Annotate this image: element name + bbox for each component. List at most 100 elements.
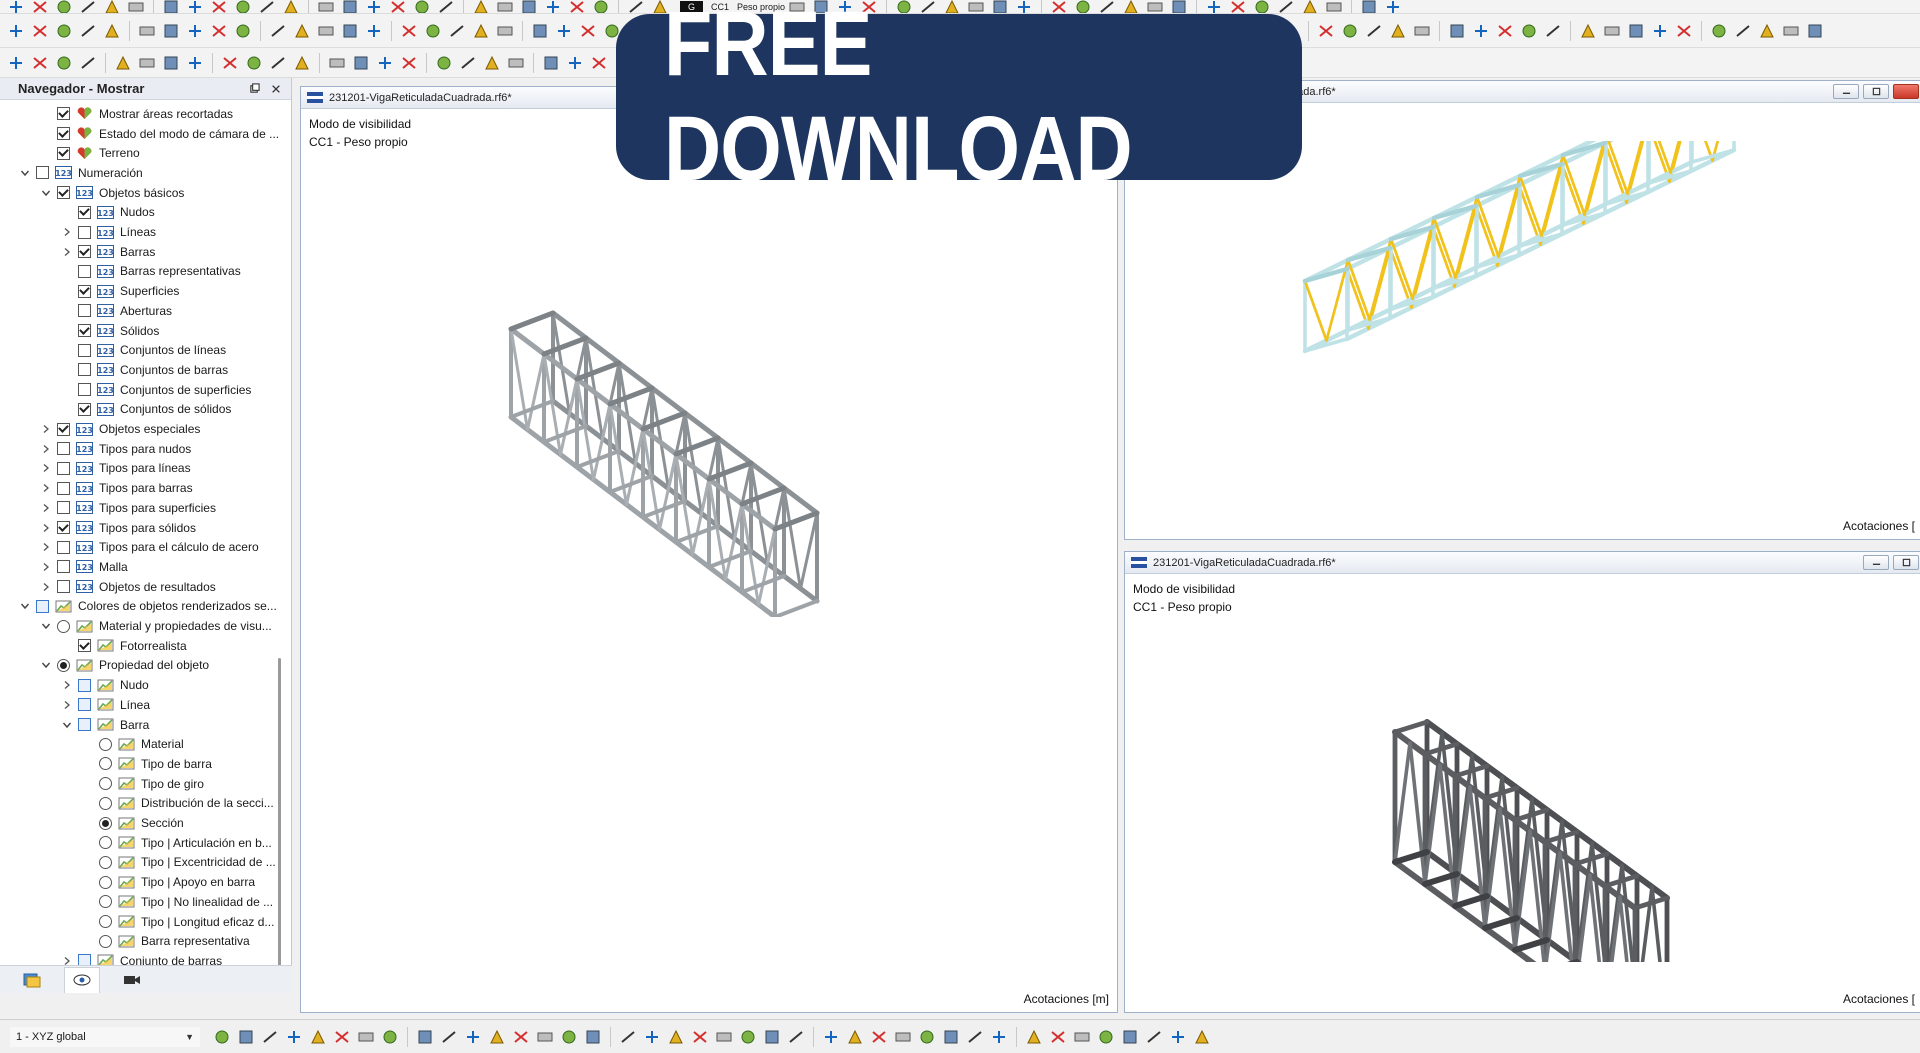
toolbar-tool-icon[interactable] [1097, 1028, 1115, 1046]
toolbar-tool-icon[interactable] [389, 0, 407, 13]
toolbar-tool-icon[interactable] [127, 0, 145, 13]
tree-item-checkbox[interactable] [57, 461, 70, 475]
tree-item[interactable]: Barra [60, 715, 149, 735]
toolbar-tool-icon[interactable] [1301, 0, 1319, 13]
close-window-button[interactable] [1893, 84, 1919, 99]
tree-item-radio[interactable] [99, 855, 112, 869]
tree-item-checkbox[interactable] [36, 599, 49, 613]
toolbar-tool-icon[interactable] [1413, 22, 1431, 40]
toolbar-tool-icon[interactable] [1782, 22, 1800, 40]
tree-item-checkbox[interactable] [36, 166, 49, 180]
tree-item-checkbox[interactable] [57, 107, 70, 121]
toolbar-tool-icon[interactable] [365, 0, 383, 13]
chevron-right-icon[interactable] [60, 698, 74, 712]
tree-item[interactable]: Estado del modo de cámara de ... [39, 124, 279, 144]
tree-item[interactable]: 123 Barras [60, 242, 155, 262]
tree-item[interactable]: Tipo | Articulación en b... [81, 833, 272, 853]
minimize-button[interactable] [1833, 84, 1859, 99]
tree-item[interactable]: 123 Sólidos [60, 321, 159, 341]
chevron-right-icon[interactable] [60, 225, 74, 239]
toolbar-tool-icon[interactable] [870, 1028, 888, 1046]
tree-item-radio[interactable] [99, 875, 112, 889]
toolbar-tool-icon[interactable] [496, 22, 514, 40]
toolbar-tool-icon[interactable] [1603, 22, 1621, 40]
toolbar-tool-icon[interactable] [7, 54, 25, 72]
toolbar-tool-icon[interactable] [7, 0, 25, 13]
toolbar-tool-icon[interactable] [715, 1028, 733, 1046]
toolbar-tool-icon[interactable] [619, 1028, 637, 1046]
toolbar-tool-icon[interactable] [1193, 1028, 1211, 1046]
toolbar-tool-icon[interactable] [282, 0, 300, 13]
tree-item[interactable]: 123 Líneas [60, 222, 156, 242]
chevron-down-icon[interactable] [39, 186, 53, 200]
chevron-right-icon[interactable] [39, 422, 53, 436]
tree-item[interactable]: Fotorrealista [60, 636, 187, 656]
toolbar-tool-icon[interactable] [1579, 22, 1597, 40]
tree-item-radio[interactable] [99, 836, 112, 850]
tree-item-checkbox[interactable] [57, 501, 70, 515]
tree-item-checkbox[interactable] [57, 560, 70, 574]
toolbar-tool-icon[interactable] [213, 1028, 231, 1046]
tree-item-checkbox[interactable] [78, 383, 91, 397]
toolbar-tool-icon[interactable] [472, 0, 490, 13]
toolbar-tool-icon[interactable] [1253, 0, 1271, 13]
toolbar-tool-icon[interactable] [566, 54, 584, 72]
toolbar-tool-icon[interactable] [31, 22, 49, 40]
toolbar-tool-icon[interactable] [1675, 22, 1693, 40]
toolbar-tool-icon[interactable] [210, 0, 228, 13]
tree-item[interactable]: 123 Objetos especiales [39, 419, 200, 439]
toolbar-tool-icon[interactable] [1520, 22, 1538, 40]
tree-item[interactable]: Barra representativa [81, 931, 250, 951]
tree-item[interactable]: Tipo de giro [81, 774, 204, 794]
toolbar-tool-icon[interactable] [55, 22, 73, 40]
tree-item[interactable]: Propiedad del objeto [39, 656, 209, 676]
toolbar-tool-icon[interactable] [643, 1028, 661, 1046]
toolbar-tool-icon[interactable] [138, 22, 156, 40]
tree-item-radio[interactable] [99, 757, 112, 771]
toolbar-tool-icon[interactable] [31, 54, 49, 72]
tree-item[interactable]: 123 Objetos de resultados [39, 577, 216, 597]
chevron-right-icon[interactable] [39, 481, 53, 495]
chevron-right-icon[interactable] [39, 580, 53, 594]
tree-item[interactable]: Tipo de barra [81, 754, 212, 774]
tree-item[interactable]: Material y propiedades de visu... [39, 616, 272, 636]
toolbar-tool-icon[interactable] [560, 1028, 578, 1046]
toolbar-tool-icon[interactable] [437, 0, 455, 13]
tree-item-checkbox[interactable] [78, 678, 91, 692]
toolbar-tool-icon[interactable] [400, 54, 418, 72]
toolbar-tool-icon[interactable] [1806, 22, 1824, 40]
toolbar-tool-icon[interactable] [261, 1028, 279, 1046]
toolbar-tool-icon[interactable] [1627, 22, 1645, 40]
truss-model-3d-dark[interactable] [1355, 632, 1715, 962]
tree-item[interactable]: 123 Tipos para sólidos [39, 518, 196, 538]
toolbar-tool-icon[interactable] [317, 0, 335, 13]
toolbar-tool-icon[interactable] [1734, 22, 1752, 40]
tree-item[interactable]: Mostrar áreas recortadas [39, 104, 233, 124]
toolbar-tool-icon[interactable] [1025, 1028, 1043, 1046]
toolbar-tool-icon[interactable] [162, 54, 180, 72]
toolbar-tool-icon[interactable] [448, 22, 466, 40]
toolbar-tool-icon[interactable] [424, 22, 442, 40]
toolbar-tool-icon[interactable] [1472, 22, 1490, 40]
tree-item-checkbox[interactable] [78, 245, 91, 259]
toolbar-tool-icon[interactable] [590, 54, 608, 72]
toolbar-tool-icon[interactable] [592, 0, 610, 13]
coordinate-system-select[interactable]: 1 - XYZ global ▼ [10, 1026, 200, 1047]
toolbar-tool-icon[interactable] [544, 0, 562, 13]
toolbar-tool-icon[interactable] [1145, 1028, 1163, 1046]
toolbar-tool-icon[interactable] [400, 22, 418, 40]
toolbar-tool-icon[interactable] [352, 54, 370, 72]
chevron-right-icon[interactable] [60, 245, 74, 259]
tree-item-checkbox[interactable] [78, 205, 91, 219]
tree-item[interactable]: 123 Tipos para superficies [39, 498, 216, 518]
tree-item-checkbox[interactable] [78, 284, 91, 298]
tree-item[interactable]: 123 Superficies [60, 281, 179, 301]
toolbar-tool-icon[interactable] [317, 22, 335, 40]
toolbar-tool-icon[interactable] [1384, 0, 1402, 13]
chevron-down-icon[interactable] [18, 599, 32, 613]
toolbar-tool-icon[interactable] [691, 1028, 709, 1046]
chevron-right-icon[interactable] [39, 461, 53, 475]
toolbar-tool-icon[interactable] [221, 54, 239, 72]
tree-item-checkbox[interactable] [57, 422, 70, 436]
toolbar-tool-icon[interactable] [464, 1028, 482, 1046]
